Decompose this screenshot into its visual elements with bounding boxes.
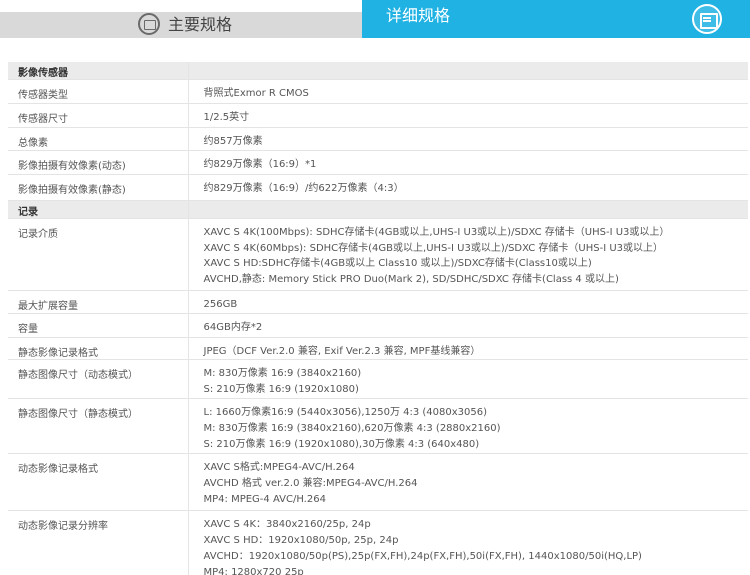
row-label: 传感器尺寸: [8, 103, 189, 128]
row-label: 传感器类型: [8, 79, 189, 104]
row-value-line: XAVC S 4K(60Mbps): SDHC存储卡(4GB或以上,UHS-I …: [203, 242, 664, 254]
row-value: 约829万像素（16:9）*1: [188, 150, 748, 175]
row-label: 静态图像尺寸（静态模式）: [8, 398, 189, 455]
table-row: 容量 64GB内存*2: [8, 313, 748, 338]
row-label: 动态影像记录格式: [8, 453, 189, 512]
row-value-line: XAVC S HD:SDHC存储卡(4GB或以上 Class10 或以上)/SD…: [203, 258, 592, 270]
row-value: 约857万像素: [188, 127, 748, 151]
row-value-line: AVCHD,静态: Memory Stick PRO Duo(Mark 2), …: [203, 274, 619, 286]
row-label: 影像拍摄有效像素(动态): [8, 150, 189, 175]
row-value-line: L: 1660万像素16:9 (5440x3056),1250万 4:3 (40…: [203, 407, 488, 419]
row-value: 1/2.5英寸: [188, 103, 748, 128]
row-value-line: XAVC S 4K(100Mbps): SDHC存储卡(4GB或以上,UHS-I…: [203, 226, 670, 238]
row-label: 静态影像记录格式: [8, 337, 189, 361]
row-value-line: XAVC S 4K：3840x2160/25p, 24p: [203, 519, 371, 531]
table-row: 传感器尺寸 1/2.5英寸: [8, 103, 748, 128]
table-row: 动态影像记录分辨率 XAVC S 4K：3840x2160/25p, 24p X…: [8, 510, 748, 575]
row-value-line: 64GB内存*2: [188, 313, 748, 338]
row-value-line: AVCHD：1920x1080/50p(PS),25p(FX,FH),24p(F…: [203, 550, 642, 562]
section-header: 记录: [8, 200, 748, 219]
list-icon: [692, 4, 722, 34]
row-value-line: XAVC S HD：1920x1080/50p, 25p, 24p: [203, 535, 399, 547]
row-label: 动态影像记录分辨率: [8, 510, 189, 575]
section-title: 记录: [8, 200, 189, 219]
row-value-line: S: 210万像素 16:9 (1920x1080): [203, 384, 359, 396]
row-label: 容量: [8, 313, 189, 338]
row-value-line: S: 210万像素 16:9 (1920x1080),30万像素 4:3 (64…: [203, 438, 480, 450]
tab-detail-specs[interactable]: 详细规格: [362, 0, 750, 38]
tab-main-label: 主要规格: [168, 15, 233, 34]
table-row: 最大扩展容量 256GB: [8, 290, 748, 314]
row-value-line: XAVC S格式:MPEG4-AVC/H.264: [203, 462, 355, 474]
section-title: 影像传感器: [8, 62, 189, 80]
table-row: 静态图像尺寸（动态模式） M: 830万像素 16:9 (3840x2160) …: [8, 359, 748, 400]
table-row: 总像素 约857万像素: [8, 127, 748, 151]
row-value-line: 256GB: [188, 290, 748, 314]
row-value-line: M: 830万像素 16:9 (3840x2160): [203, 368, 362, 380]
table-row: 影像拍摄有效像素(静态) 约829万像素（16:9）/约622万像素（4:3）: [8, 174, 748, 201]
row-label: 记录介质: [8, 218, 189, 291]
row-label: 最大扩展容量: [8, 290, 189, 314]
spec-tabs: 主要规格 详细规格: [0, 0, 750, 38]
table-row: 动态影像记录格式 XAVC S格式:MPEG4-AVC/H.264 AVCHD …: [8, 453, 748, 512]
tab-detail-label: 详细规格: [386, 6, 451, 25]
row-label: 静态图像尺寸（动态模式）: [8, 359, 189, 400]
row-value: 背照式Exmor R CMOS: [188, 79, 748, 104]
section-header: 影像传感器: [8, 62, 748, 80]
table-row: 影像拍摄有效像素(动态) 约829万像素（16:9）*1: [8, 150, 748, 175]
row-value-line: JPEG（DCF Ver.2.0 兼容, Exif Ver.2.3 兼容, MP…: [188, 337, 748, 361]
row-value-line: MP4: 1280x720 25p: [203, 566, 304, 575]
table-row: 静态图像尺寸（静态模式） L: 1660万像素16:9 (5440x3056),…: [8, 398, 748, 455]
row-label: 影像拍摄有效像素(静态): [8, 174, 189, 201]
row-value-line: M: 830万像素 16:9 (3840x2160),620万像素 4:3 (2…: [203, 423, 501, 435]
table-row: 传感器类型 背照式Exmor R CMOS: [8, 79, 748, 104]
table-row: 记录介质 XAVC S 4K(100Mbps): SDHC存储卡(4GB或以上,…: [8, 218, 748, 291]
table-row: 静态影像记录格式 JPEG（DCF Ver.2.0 兼容, Exif Ver.2…: [8, 337, 748, 361]
row-value: 约829万像素（16:9）/约622万像素（4:3）: [188, 174, 748, 201]
row-value-line: AVCHD 格式 ver.2.0 兼容:MPEG4-AVC/H.264: [203, 478, 418, 490]
document-icon: [138, 13, 160, 35]
spec-table: 影像传感器 传感器类型 背照式Exmor R CMOS 传感器尺寸 1/2.5英…: [8, 62, 748, 575]
tab-main-specs[interactable]: 主要规格: [0, 12, 362, 38]
row-label: 总像素: [8, 127, 189, 151]
row-value-line: MP4: MPEG-4 AVC/H.264: [203, 493, 326, 505]
